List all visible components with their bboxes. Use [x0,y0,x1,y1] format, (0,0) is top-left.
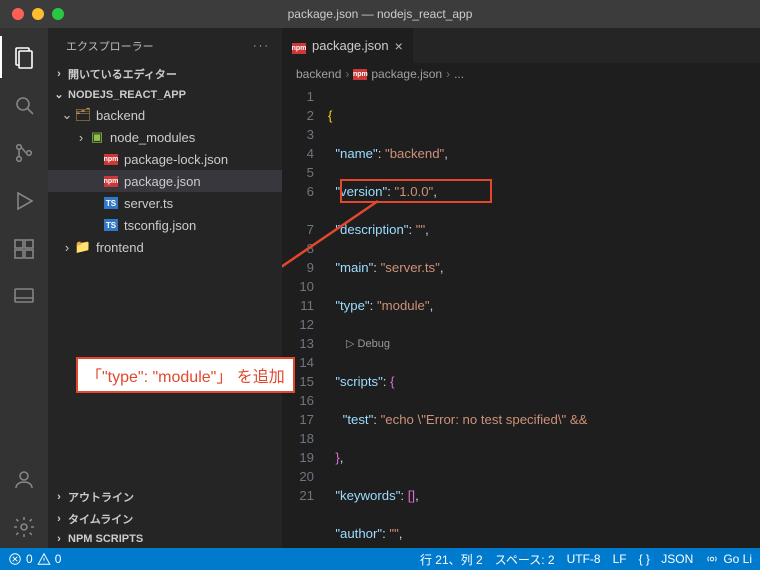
tree-file-package-json[interactable]: npmpackage.json [48,170,282,192]
window-title: package.json — nodejs_react_app [0,7,760,21]
breadcrumb[interactable]: backend› npm package.json› ... [282,63,760,85]
settings-gear-icon[interactable] [0,506,48,548]
sidebar-title: エクスプローラー [66,38,154,54]
tab-label: package.json [312,38,389,53]
section-open-editors[interactable]: ›開いているエディター [48,63,282,85]
tab-bar: npm package.json × [282,28,760,63]
status-encoding[interactable]: UTF-8 [567,552,601,566]
tree-file-server-ts[interactable]: TSserver.ts [48,192,282,214]
npm-icon: npm [292,43,306,54]
extensions-icon[interactable] [0,228,48,270]
npm-icon: npm [353,69,367,80]
sidebar: エクスプローラー ··· ›開いているエディター ⌄NODEJS_REACT_A… [48,28,282,548]
section-outline[interactable]: ›アウトライン [48,486,282,508]
source-control-icon[interactable] [0,132,48,174]
editor: npm package.json × backend› npm package.… [282,28,760,548]
status-ln-col[interactable]: 行 21、列 2 [420,551,483,568]
status-spaces[interactable]: スペース: 2 [495,551,555,568]
remote-icon[interactable] [0,276,48,318]
annotation-callout: 「"type": "module"」 を追加 [76,357,295,393]
tree-file-package-lock[interactable]: npmpackage-lock.json [48,148,282,170]
status-lang[interactable]: { } JSON [639,552,694,566]
status-bar: 0 0 行 21、列 2 スペース: 2 UTF-8 LF { } JSON G… [0,548,760,570]
file-tree: ⌄🗂backend ›▣node_modules npmpackage-lock… [48,104,282,258]
code-area[interactable]: 123456789101112131415161718192021 { "nam… [282,85,760,548]
status-go-live[interactable]: Go Li [705,552,752,566]
tree-file-tsconfig[interactable]: TStsconfig.json [48,214,282,236]
activity-bar [0,28,48,548]
traffic-lights [12,8,64,20]
tree-folder-node-modules[interactable]: ›▣node_modules [48,126,282,148]
sidebar-header: エクスプローラー ··· [48,28,282,63]
close-window-icon[interactable] [12,8,24,20]
tree-folder-backend[interactable]: ⌄🗂backend [48,104,282,126]
codelens-debug[interactable]: ▷ Debug [346,338,390,350]
section-project[interactable]: ⌄NODEJS_REACT_APP [48,85,282,104]
window: package.json — nodejs_react_app エクスプローラー… [0,0,760,570]
close-tab-icon[interactable]: × [395,38,403,54]
titlebar: package.json — nodejs_react_app [0,0,760,28]
account-icon[interactable] [0,458,48,500]
status-eol[interactable]: LF [613,552,627,566]
section-npm-scripts[interactable]: ›NPM SCRIPTS [48,530,282,548]
more-icon[interactable]: ··· [253,40,270,52]
run-debug-icon[interactable] [0,180,48,222]
line-gutter: 123456789101112131415161718192021 [282,85,328,548]
minimize-window-icon[interactable] [32,8,44,20]
code-lines[interactable]: { "name": "backend", "version": "1.0.0",… [328,85,760,548]
maximize-window-icon[interactable] [52,8,64,20]
tree-folder-frontend[interactable]: ›📁frontend [48,236,282,258]
search-icon[interactable] [0,84,48,126]
status-problems[interactable]: 0 0 [8,552,61,566]
explorer-icon[interactable] [0,36,48,78]
section-timeline[interactable]: ›タイムライン [48,508,282,530]
tab-package-json[interactable]: npm package.json × [282,28,414,63]
